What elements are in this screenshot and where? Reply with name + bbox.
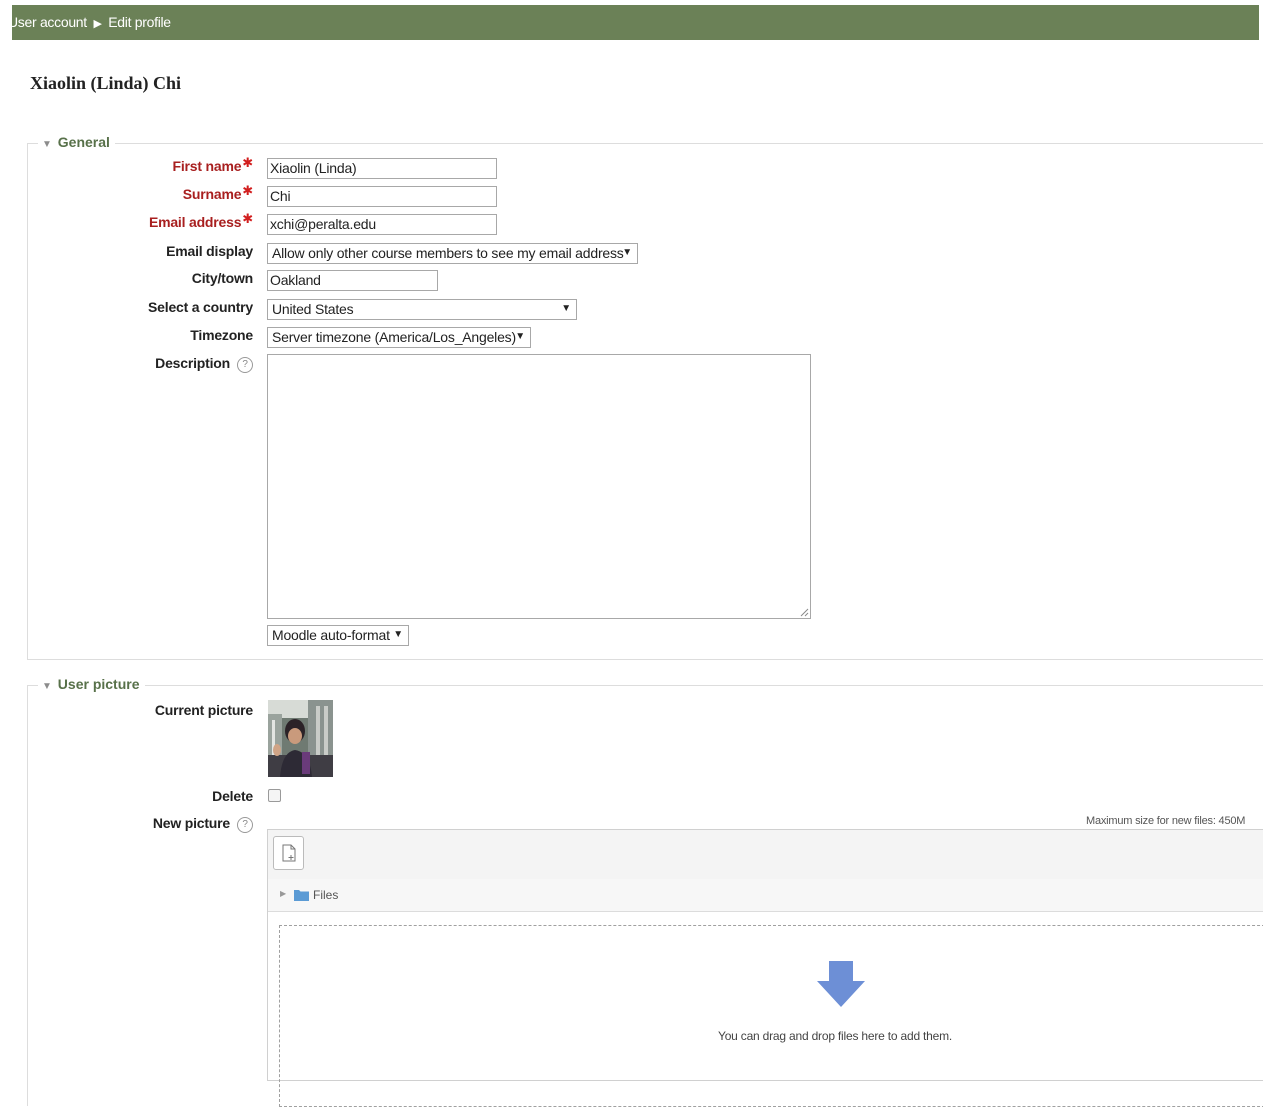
asterisk-icon: ✱ xyxy=(242,211,253,226)
city-label: City/town xyxy=(191,270,253,286)
resize-handle-icon[interactable] xyxy=(800,608,809,617)
description-textarea[interactable] xyxy=(267,354,811,619)
page-title: Xiaolin (Linda) Chi xyxy=(30,73,182,93)
new-picture-label-text: New picture xyxy=(152,815,230,831)
first-name-input[interactable]: Xiaolin (Linda) xyxy=(267,158,497,179)
question-circle-icon[interactable]: ? xyxy=(237,357,253,373)
drop-zone[interactable]: You can drag and drop files here to add … xyxy=(279,925,1263,1107)
general-legend-label: General xyxy=(57,134,110,150)
first-name-label-text: First name xyxy=(172,158,242,174)
email-input[interactable]: xchi@peralta.edu xyxy=(267,214,497,235)
chevron-down-icon: ▼ xyxy=(515,331,525,342)
current-picture-label: Current picture xyxy=(154,702,253,718)
drop-zone-text: You can drag and drop files here to add … xyxy=(718,1029,953,1043)
surname-input[interactable]: Chi xyxy=(267,186,497,207)
first-name-label: First name✱ xyxy=(172,155,253,175)
breadcrumb-separator-icon: ▶ xyxy=(93,18,102,30)
files-folder-label[interactable]: Files xyxy=(313,888,338,902)
breadcrumb-edit-profile[interactable]: Edit profile xyxy=(108,14,171,30)
avatar-photo xyxy=(268,700,333,777)
timezone-label: Timezone xyxy=(190,327,253,343)
file-picker: ▶ Files You can drag and drop files here… xyxy=(267,829,1263,1107)
navbar: User account ▶ Edit profile xyxy=(8,5,1259,40)
chevron-down-icon: ▼ xyxy=(393,629,403,640)
user-picture-legend-label: User picture xyxy=(57,676,140,692)
timezone-select[interactable]: Server timezone (America/Los_Angeles) ▼ xyxy=(267,327,531,348)
file-add-icon xyxy=(282,844,296,862)
email-display-value: Allow only other course members to see m… xyxy=(272,245,624,261)
breadcrumb-user-account[interactable]: User account xyxy=(8,14,87,30)
general-legend[interactable]: ▼ General xyxy=(38,134,115,150)
triangle-down-icon: ▼ xyxy=(42,139,52,150)
file-picker-path: ▶ Files xyxy=(268,879,1263,912)
avatar xyxy=(268,700,333,777)
new-picture-label: New picture? xyxy=(153,815,253,833)
surname-label: Surname✱ xyxy=(182,183,253,203)
email-label-text: Email address xyxy=(148,214,242,230)
folder-icon xyxy=(294,890,309,901)
delete-label: Delete xyxy=(212,788,253,804)
chevron-down-icon: ▼ xyxy=(561,303,571,314)
triangle-right-icon[interactable]: ▶ xyxy=(280,889,286,898)
file-picker-toolbar xyxy=(268,830,1263,880)
email-label: Email address✱ xyxy=(148,211,253,231)
description-format-value: Moodle auto-format xyxy=(272,627,390,643)
arrow-down-icon xyxy=(817,961,865,1007)
question-circle-icon[interactable]: ? xyxy=(237,817,253,833)
email-display-label: Email display xyxy=(166,243,253,259)
country-select[interactable]: United States ▼ xyxy=(267,299,577,320)
description-format-select[interactable]: Moodle auto-format ▼ xyxy=(267,625,409,646)
user-picture-legend[interactable]: ▼ User picture xyxy=(38,676,145,692)
timezone-value: Server timezone (America/Los_Angeles) xyxy=(272,329,516,345)
breadcrumb: User account ▶ Edit profile xyxy=(8,14,171,30)
country-label: Select a country xyxy=(148,299,253,315)
email-display-select[interactable]: Allow only other course members to see m… xyxy=(267,243,638,264)
delete-checkbox[interactable] xyxy=(268,789,281,802)
description-label-text: Description xyxy=(155,355,230,371)
asterisk-icon: ✱ xyxy=(242,155,253,170)
surname-label-text: Surname xyxy=(182,186,242,202)
city-input[interactable]: Oakland xyxy=(267,270,438,291)
asterisk-icon: ✱ xyxy=(242,183,253,198)
max-size-note: Maximum size for new files: 450M xyxy=(1086,815,1246,827)
triangle-down-icon: ▼ xyxy=(42,681,52,692)
add-file-button[interactable] xyxy=(273,836,304,870)
description-label: Description? xyxy=(155,355,253,373)
chevron-down-icon: ▼ xyxy=(622,247,632,258)
country-value: United States xyxy=(272,301,354,317)
